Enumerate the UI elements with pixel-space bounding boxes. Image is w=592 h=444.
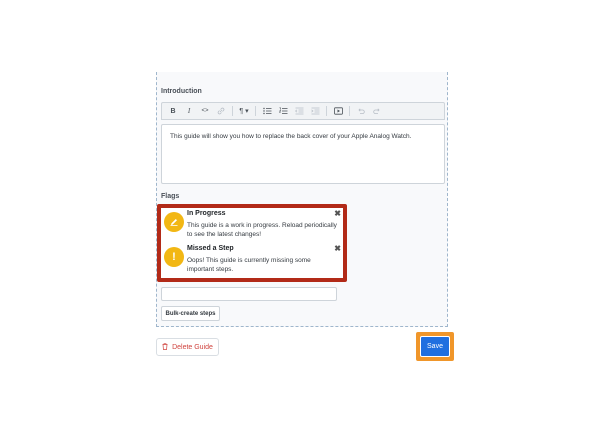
numbered-list-icon[interactable] <box>278 105 288 117</box>
flag-description: Oops! This guide is currently missing so… <box>187 257 311 273</box>
toolbar-divider <box>326 106 327 116</box>
flag-title: Missed a Step <box>187 245 234 252</box>
flag-in-progress: In Progress This guide is a work in prog… <box>161 208 343 244</box>
toolbar-divider <box>349 106 350 116</box>
introduction-editor[interactable]: This guide will show you how to replace … <box>161 124 445 184</box>
introduction-label: Introduction <box>161 88 202 95</box>
flag-description: This guide is a work in progress. Reload… <box>187 222 337 238</box>
save-button[interactable]: Save <box>420 336 450 357</box>
redo-icon[interactable] <box>372 105 382 117</box>
undo-icon[interactable] <box>356 105 366 117</box>
outdent-icon[interactable] <box>294 105 304 117</box>
italic-button[interactable]: I <box>184 105 194 117</box>
toolbar-divider <box>232 106 233 116</box>
exclamation-icon: ! <box>164 247 184 267</box>
insert-media-icon[interactable] <box>333 105 343 117</box>
indent-icon[interactable] <box>310 105 320 117</box>
flags-list: In Progress This guide is a work in prog… <box>157 204 347 282</box>
paragraph-dropdown[interactable]: ¶ ▾ <box>239 105 249 117</box>
close-icon[interactable]: ✖ <box>334 244 341 253</box>
close-icon[interactable]: ✖ <box>334 209 341 218</box>
add-flag-input[interactable] <box>161 287 337 301</box>
bold-button[interactable]: B <box>168 105 178 117</box>
delete-guide-button[interactable]: Delete Guide <box>156 338 219 356</box>
flags-label: Flags <box>161 193 180 200</box>
link-icon[interactable] <box>216 105 226 117</box>
editor-toolbar: B I <> ¶ ▾ <box>161 102 445 120</box>
guide-edit-panel: Introduction B I <> ¶ ▾ This guide will … <box>156 72 448 327</box>
trash-icon <box>162 342 168 352</box>
pencil-icon <box>164 212 184 232</box>
delete-guide-label: Delete Guide <box>172 343 213 351</box>
flag-missed-step: ! Missed a Step Oops! This guide is curr… <box>161 243 343 279</box>
toolbar-divider <box>255 106 256 116</box>
bullet-list-icon[interactable] <box>262 105 272 117</box>
flag-title: In Progress <box>187 210 226 217</box>
introduction-text: This guide will show you how to replace … <box>170 133 412 140</box>
save-highlight: Save <box>416 332 454 361</box>
bulk-create-steps-button[interactable]: Bulk-create steps <box>161 306 220 321</box>
code-button[interactable]: <> <box>200 105 210 117</box>
